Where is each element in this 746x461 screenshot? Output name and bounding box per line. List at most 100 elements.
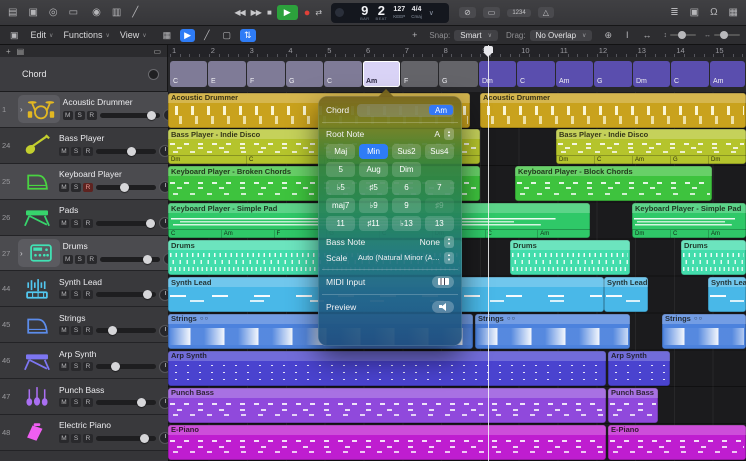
region-e-piano[interactable]: E-Piano [608,425,746,460]
hide-panel-icon[interactable]: ▣ [6,29,23,42]
chord-cell-Am[interactable]: Am [710,61,745,87]
metronome-icon[interactable]: △ [538,7,554,18]
region-drums[interactable]: Drums [681,240,746,275]
solo-button[interactable]: S [75,111,85,120]
solo-button[interactable]: S [71,398,81,407]
track-header-electric-piano[interactable]: 48Electric PianoMSR [0,415,168,451]
quality-button-♯5[interactable]: ♯5 [359,180,388,195]
solo-button[interactable]: S [71,434,81,443]
global-tracks-icon[interactable]: ▤ [17,47,25,56]
solo-button[interactable]: S [71,219,81,228]
stop-button[interactable]: ■ [267,8,271,17]
quality-button-sus2[interactable]: Sus2 [392,144,421,159]
library-icon[interactable]: ▤ [6,5,19,21]
editors-icon[interactable]: ╱ [130,5,140,21]
track-header-acoustic-drummer[interactable]: 1›Acoustic DrummerMSR [0,92,168,128]
chord-cell-C[interactable]: C [324,61,362,87]
solo-button[interactable]: S [71,147,81,156]
region-e-piano[interactable]: E-Piano [168,425,606,460]
region-arp-synth[interactable]: Arp Synth [608,351,670,386]
quality-button-6[interactable]: 6 [392,180,421,195]
track-icon-tile[interactable] [18,275,56,303]
add-track-button[interactable]: + [6,47,11,56]
chord-cell-F[interactable]: F [401,61,438,87]
region-strings[interactable]: Strings○○ [662,314,746,349]
midi-input-toggle[interactable] [432,276,454,288]
chord-cell-Dm[interactable]: Dm [479,61,516,87]
replace-mode-icon[interactable]: ▭ [483,7,501,18]
volume-slider[interactable] [100,113,160,118]
track-icon-tile[interactable] [18,311,56,339]
region-drums[interactable]: Drums [510,240,630,275]
note-pads-icon[interactable]: ▣ [688,5,701,21]
track-header-bass-player[interactable]: 24Bass PlayerMSR [0,128,168,164]
record-button[interactable]: ● [304,7,310,19]
volume-knob[interactable] [120,183,129,192]
chord-cell-C[interactable]: C [671,61,709,87]
bass-note-stepper[interactable]: ▴▾ [444,236,454,248]
plus-tool-button[interactable]: + [408,29,421,41]
region-bass-player-indie-disco[interactable]: Bass Player - Indie DiscoDmCAmGDm [556,129,746,164]
chord-cell-G[interactable]: G [594,61,632,87]
quality-button-maj7[interactable]: maj7 [326,198,355,213]
list-editors-icon[interactable]: ≣ [668,5,680,21]
solo-button[interactable]: S [71,290,81,299]
volume-knob[interactable] [127,147,136,156]
quality-button-9[interactable]: 9 [392,198,421,213]
grid-view-icon[interactable]: ▦ [159,29,176,42]
quality-button-min[interactable]: Min [359,144,388,159]
mute-button[interactable]: M [59,398,69,407]
track-icon-tile[interactable] [18,347,56,375]
track-icon-tile[interactable] [18,131,56,159]
quality-button-♭9[interactable]: ♭9 [359,198,388,213]
text-tool-icon[interactable]: I [622,29,633,42]
track-header-synth-lead[interactable]: 44Synth LeadMSR [0,271,168,307]
forward-button[interactable]: ▶▶ [251,8,261,17]
chord-cell-Am[interactable]: Am [363,61,400,87]
play-button[interactable]: ▶ [277,5,298,20]
volume-slider[interactable] [96,328,156,333]
record-enable-button[interactable]: R [83,147,93,156]
volume-slider[interactable] [96,292,156,297]
track-icon-tile[interactable] [18,383,56,411]
volume-slider[interactable] [96,149,156,154]
zoom-focus-icon[interactable]: ⊕ [600,29,616,42]
record-enable-button[interactable]: R [83,362,93,371]
mute-button[interactable]: M [59,290,69,299]
record-enable-button[interactable]: R [83,326,93,335]
solo-button[interactable]: S [71,183,81,192]
record-enable-button[interactable]: R [83,434,93,443]
count-in-icon[interactable]: 1234 [507,9,530,17]
disclosure-icon[interactable]: › [20,105,23,114]
quality-button-sus4[interactable]: Sus4 [425,144,454,159]
quality-button-dim[interactable]: Dim [392,162,421,177]
quality-button-♭5[interactable]: ♭5 [326,180,355,195]
record-enable-button[interactable]: R [83,398,93,407]
tuner-icon[interactable]: ⊘ [459,7,476,18]
quality-button-♯11[interactable]: ♯11 [359,216,388,231]
quality-button-maj[interactable]: Maj [326,144,355,159]
quality-button-7[interactable]: 7 [425,180,454,195]
track-header-config-icon[interactable]: ▭ [153,47,161,56]
volume-slider[interactable] [96,364,156,369]
chord-cell-Dm[interactable]: Dm [633,61,670,87]
quality-button-aug[interactable]: Aug [359,162,388,177]
browsers-icon[interactable]: ▦ [727,5,740,21]
lcd-chevron-icon[interactable]: ∨ [429,9,434,17]
region-punch-bass[interactable]: Punch Bass [608,388,658,423]
playhead-line[interactable] [488,45,489,461]
quality-button-♯9[interactable]: ♯9 [425,198,454,213]
chord-cell-C[interactable]: C [517,61,555,87]
mute-button[interactable]: M [59,147,69,156]
mute-button[interactable]: M [63,255,73,264]
apple-loops-icon[interactable]: Ω [708,5,719,21]
chord-cell-E[interactable]: E [208,61,246,87]
volume-slider[interactable] [96,400,156,405]
track-header-punch-bass[interactable]: 47Punch BassMSR [0,379,168,415]
record-enable-button[interactable]: R [83,290,93,299]
mute-button[interactable]: M [59,183,69,192]
solo-button[interactable]: S [71,326,81,335]
record-enable-button[interactable]: R [87,111,97,120]
solo-button[interactable]: S [75,255,85,264]
chord-cell-Am[interactable]: Am [556,61,593,87]
